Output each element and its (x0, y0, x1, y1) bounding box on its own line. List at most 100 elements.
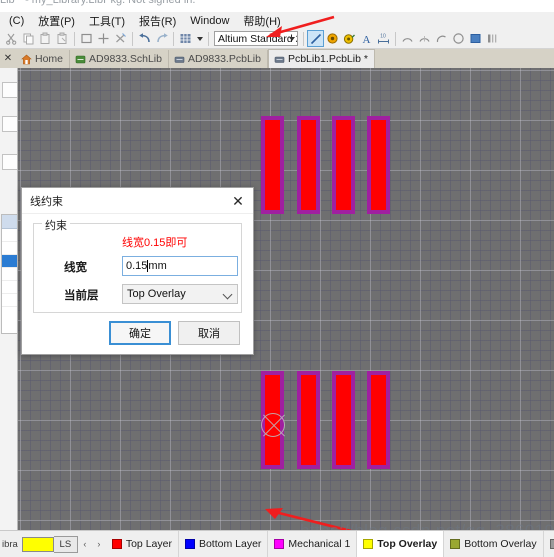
paste-icon[interactable] (37, 30, 54, 47)
pad-object[interactable] (297, 371, 320, 469)
place-via-icon[interactable] (341, 30, 358, 47)
dialog-button-row: 确定 取消 (22, 321, 253, 345)
pad-object[interactable] (367, 116, 390, 214)
layer-color-swatch (111, 539, 122, 549)
layer-tab-label: Top Layer (125, 538, 172, 550)
place-line-icon[interactable] (307, 30, 324, 47)
dialog-body: 约束 线宽0.15即可 线宽 0.15 mm 当前层 Top Overlay 确… (22, 214, 253, 354)
layer-prev-button[interactable]: ‹ (78, 536, 92, 553)
toolbar-separator-1 (74, 31, 75, 46)
layer-color-swatch (184, 539, 195, 549)
tab-ad9833-schlib-label: AD9833.SchLib (89, 53, 162, 65)
window-titlebar: Lib * - my_Library.LibPkg. Not signed in… (0, 0, 554, 12)
menu-item-tools[interactable]: 工具(T) (82, 12, 132, 30)
tab-ad9833-schlib[interactable]: AD9833.SchLib (70, 50, 169, 68)
undo-icon[interactable] (136, 30, 153, 47)
place-arc-edge-icon[interactable] (416, 30, 433, 47)
menu-item-place[interactable]: 放置(P) (31, 12, 82, 30)
place-string-icon[interactable]: A (358, 30, 375, 47)
layer-tab-label: Top Overlay (377, 538, 438, 550)
layer-tab-top-layer[interactable]: Top Layer (106, 531, 179, 557)
list-item[interactable] (2, 294, 17, 307)
pad-object[interactable] (297, 116, 320, 214)
layer-tab-bottom-overlay[interactable]: Bottom Overlay (444, 531, 544, 557)
paste-special-icon[interactable] (54, 30, 71, 47)
place-fill-icon[interactable] (467, 30, 484, 47)
cut-icon[interactable] (3, 30, 20, 47)
document-tabstrip: ✕ Home AD9833.SchLib AD9833.PcbLib PcbLi… (0, 49, 554, 68)
place-pad-icon[interactable] (324, 30, 341, 47)
layer-set-button[interactable]: LS (53, 535, 78, 553)
panel-field-1[interactable] (2, 82, 17, 98)
layer-tab-bottom-layer[interactable]: Bottom Layer (179, 531, 269, 557)
toolbar-separator-6 (395, 31, 396, 46)
pad-object[interactable] (332, 371, 355, 469)
current-layer-select[interactable]: Top Overlay (122, 284, 238, 304)
ok-button[interactable]: 确定 (109, 321, 171, 345)
layer-statusbar: ibra LS ‹ › Top Layer Bottom Layer Mecha… (0, 530, 554, 557)
panel-dropdown[interactable] (2, 154, 17, 170)
panel-field-2[interactable] (2, 116, 17, 132)
layer-tab-top-overlay[interactable]: Top Overlay (357, 531, 445, 557)
place-arc-center-icon[interactable] (399, 30, 416, 47)
list-item[interactable] (2, 268, 17, 281)
tab-ad9833-pcblib[interactable]: AD9833.PcbLib (169, 50, 268, 68)
line-width-row: 线宽 0.15 mm (34, 256, 241, 278)
panel-component-list[interactable] (1, 214, 17, 334)
layer-next-button[interactable]: › (92, 536, 106, 553)
list-item[interactable] (2, 242, 17, 255)
toolbar-separator-2 (132, 31, 133, 46)
list-item[interactable] (2, 255, 17, 268)
line-width-label: 线宽 (64, 262, 87, 274)
dialog-titlebar: 线约束 ✕ (22, 188, 253, 214)
tab-pcblib1-pcblib[interactable]: PcbLib1.PcbLib * (267, 49, 375, 68)
grid-icon[interactable] (177, 30, 194, 47)
menu-item-help[interactable]: 帮助(H) (236, 12, 287, 30)
pad-object[interactable] (332, 116, 355, 214)
constraint-group: 约束 线宽0.15即可 线宽 0.15 mm 当前层 Top Overlay (33, 217, 242, 313)
svg-text:10: 10 (380, 34, 386, 40)
menu-item-reports[interactable]: 报告(R) (132, 12, 183, 30)
pad-object[interactable] (367, 371, 390, 469)
move-icon[interactable] (95, 30, 112, 47)
layer-tab-label: Mechanical 1 (288, 538, 351, 550)
style-combo[interactable]: Altium Standard 2 (214, 31, 298, 46)
menu-item-window[interactable]: Window (183, 14, 236, 28)
list-item[interactable] (2, 229, 17, 242)
place-full-circle-icon[interactable] (450, 30, 467, 47)
pad-object[interactable] (261, 116, 284, 214)
list-item[interactable] (2, 281, 17, 294)
tab-ad9833-pcblib-label: AD9833.PcbLib (187, 53, 261, 65)
layer-color-swatch (450, 539, 461, 549)
cancel-button[interactable]: 取消 (178, 321, 240, 345)
current-layer-label: 当前层 (64, 290, 99, 302)
toolbar-separator-3 (173, 31, 174, 46)
line-width-input[interactable]: 0.15 mm (122, 256, 238, 276)
pcb-library-panel[interactable] (0, 68, 18, 530)
place-arc-any-icon[interactable] (433, 30, 450, 47)
toolbar-separator-4 (208, 31, 209, 46)
place-dimension-icon[interactable]: 10 (375, 30, 392, 47)
deselect-icon[interactable] (112, 30, 129, 47)
close-icon[interactable]: ✕ (223, 188, 253, 213)
active-layer-swatch[interactable] (21, 536, 54, 552)
current-layer-value: Top Overlay (127, 288, 186, 300)
copy-icon[interactable] (20, 30, 37, 47)
select-area-icon[interactable] (78, 30, 95, 47)
menu-item-0[interactable]: (C) (2, 14, 31, 28)
layer-tab-mechanical-1[interactable]: Mechanical 1 (268, 531, 358, 557)
schlib-icon (75, 55, 86, 63)
line-width-unit: mm (148, 260, 167, 272)
hint-text: 线宽0.15即可 (122, 237, 188, 249)
layer-tab-top-paste[interactable]: Top Paste (544, 531, 554, 557)
line-width-value: 0.15 (126, 260, 148, 272)
tab-home[interactable]: Home (16, 50, 71, 68)
chevron-down-icon (289, 37, 295, 41)
tab-home-label: Home (35, 53, 64, 65)
tabstrip-close-button[interactable]: ✕ (0, 49, 16, 68)
statusbar-left-label: ibra (2, 538, 18, 550)
grid-dropdown-arrow-icon[interactable] (194, 30, 205, 47)
redo-icon[interactable] (153, 30, 170, 47)
layer-color-swatch (549, 539, 554, 549)
place-array-icon[interactable] (484, 30, 501, 47)
